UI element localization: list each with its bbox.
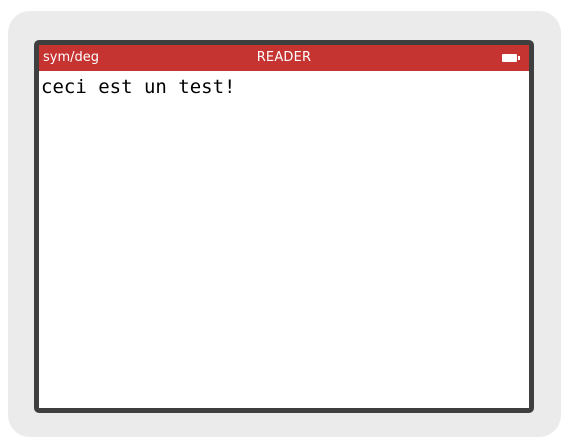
battery-icon bbox=[502, 54, 520, 62]
app-title: READER bbox=[256, 50, 312, 65]
status-bar: sym/deg READER bbox=[39, 45, 529, 71]
screen-bezel: sym/deg READER ceci est un test! bbox=[34, 40, 534, 413]
calculator-screen: sym/deg READER ceci est un test! bbox=[39, 45, 529, 408]
reader-text-content[interactable]: ceci est un test! bbox=[41, 75, 235, 99]
calculator-device: sym/deg READER ceci est un test! bbox=[8, 11, 561, 437]
